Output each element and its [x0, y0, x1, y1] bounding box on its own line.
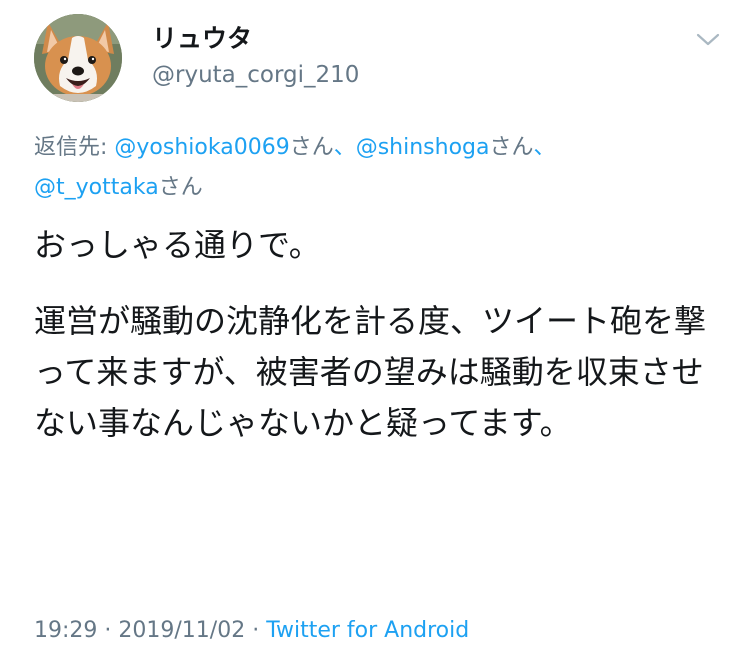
mention-link[interactable]: @shinshoga	[356, 135, 490, 160]
mention-separator: 、	[533, 135, 556, 160]
avatar[interactable]	[34, 14, 122, 102]
display-name[interactable]: リュウタ	[152, 24, 252, 54]
mention-suffix: さん	[489, 135, 534, 160]
mention-separator: 、	[333, 135, 356, 160]
tweet-paragraph: 運営が騒動の沈静化を計る度、ツイート砲を撃って来ますが、被害者の望みは騒動を収束…	[34, 302, 707, 442]
reply-to-line: 返信先: @yoshioka0069さん、@shinshogaさん、 @t_yot…	[34, 128, 724, 208]
tweet-text: おっしゃる通りで。 運営が騒動の沈静化を計る度、ツイート砲を撃って来ますが、被害…	[34, 220, 724, 449]
mention-link[interactable]: @t_yottaka	[34, 175, 159, 200]
mention-suffix: さん	[289, 135, 334, 160]
tweet-paragraph: おっしゃる通りで。	[34, 226, 321, 264]
tweet-time[interactable]: 19:29	[34, 618, 97, 643]
mention-suffix: さん	[158, 175, 203, 200]
chevron-down-icon	[696, 33, 720, 46]
tweet-source-link[interactable]: Twitter for Android	[266, 618, 469, 643]
meta-separator: ·	[97, 618, 119, 643]
meta-separator: ·	[245, 618, 267, 643]
reply-to-prefix: 返信先:	[34, 135, 115, 160]
tweet-date[interactable]: 2019/11/02	[118, 618, 245, 643]
corgi-avatar	[34, 14, 122, 102]
tweet-meta: 19:29 · 2019/11/02 · Twitter for Android	[34, 616, 469, 646]
username[interactable]: @ryuta_corgi_210	[152, 61, 359, 89]
mention-link[interactable]: @yoshioka0069	[114, 135, 289, 160]
tweet-menu-button[interactable]	[693, 28, 723, 52]
